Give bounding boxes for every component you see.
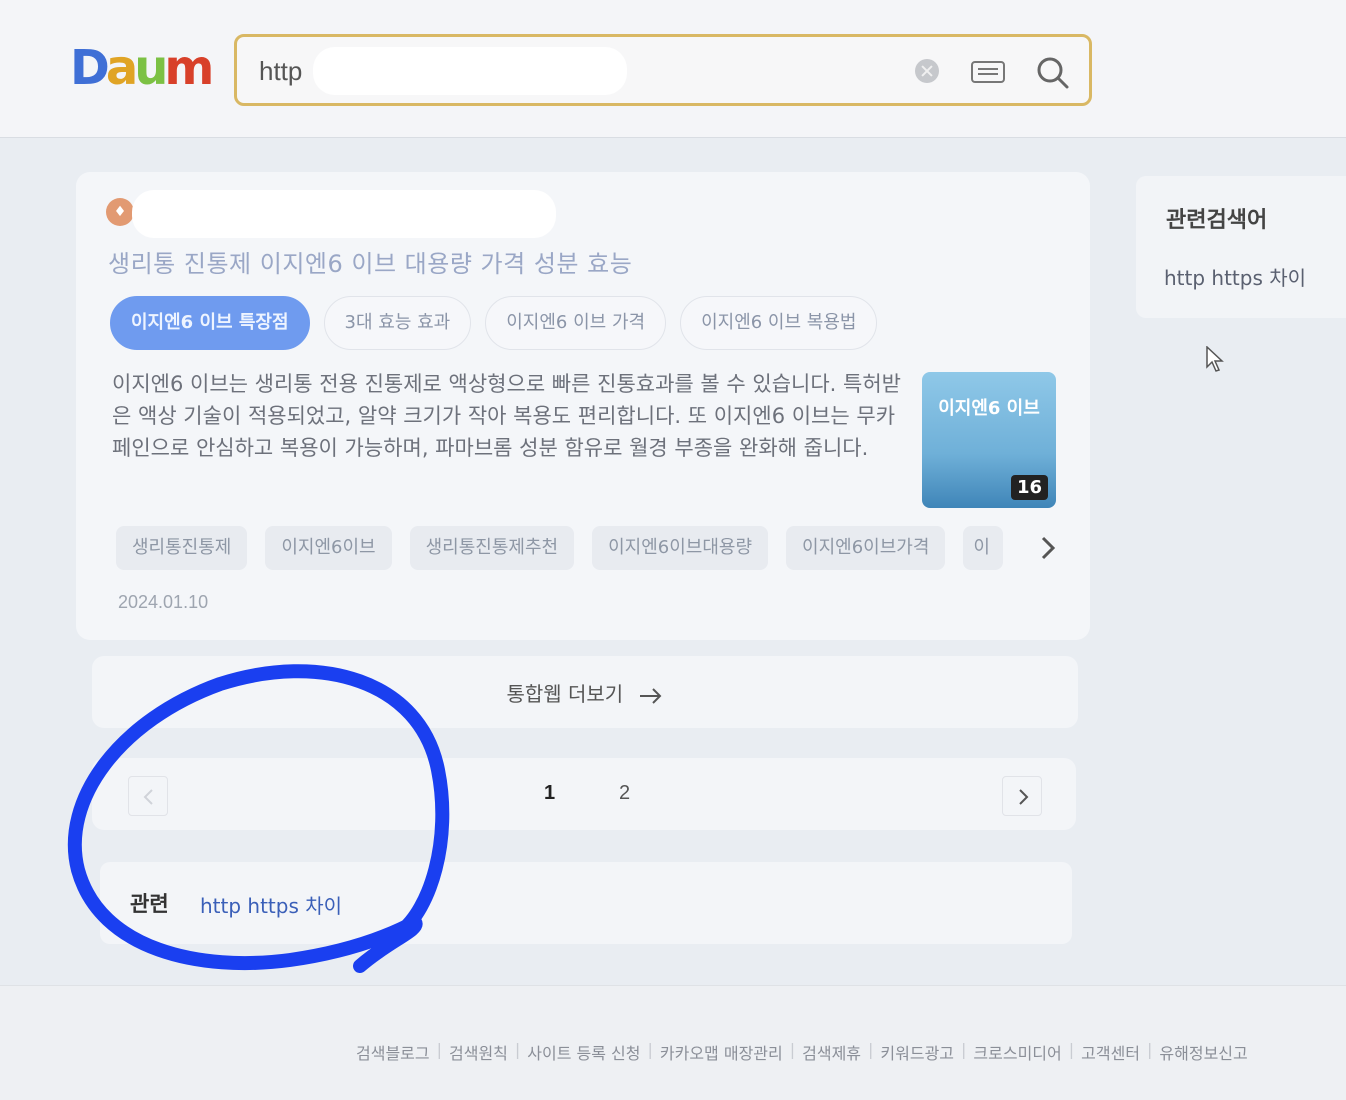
footer-link[interactable]: 카카오맵 매장관리 <box>660 1040 783 1064</box>
next-page-button[interactable] <box>1002 776 1042 816</box>
chip[interactable]: 3대 효능 효과 <box>323 296 472 350</box>
tag[interactable]: 이지엔6이브대용량 <box>592 526 769 570</box>
redacted-source <box>132 190 556 238</box>
thumbnail-title: 이지엔6 이브 <box>938 398 1040 419</box>
redacted-area <box>313 47 627 95</box>
tag[interactable]: 이지엔6이브가격 <box>786 526 946 570</box>
related-searches-sidebar: 관련검색어 http https 차이 <box>1136 176 1346 318</box>
source-avatar-icon: ♦ <box>106 198 134 226</box>
chip[interactable]: 이지엔6 이브 가격 <box>485 296 667 350</box>
search-box <box>234 34 1092 106</box>
footer-link[interactable]: 검색원칙 <box>449 1040 508 1064</box>
footer: 검색블로그 | 검색원칙 | 사이트 등록 신청 | 카카오맵 매장관리 | 검색제휴 |… <box>0 985 1346 1100</box>
chip[interactable]: 이지엔6 이브 복용법 <box>680 296 878 350</box>
result-title[interactable]: 생리통 진통제 이지엔6 이브 대용량 가격 성분 효능 <box>108 244 632 279</box>
chip[interactable]: 이지엔6 이브 특장점 <box>110 296 310 350</box>
footer-link[interactable]: 검색제휴 <box>802 1040 861 1064</box>
result-chips: 이지엔6 이브 특장점 3대 효능 효과 이지엔6 이브 가격 이지엔6 이브 … <box>110 296 878 350</box>
result-snippet: 이지엔6 이브는 생리통 전용 진통제로 액상형으로 빠른 진통효과를 볼 수 … <box>112 372 901 460</box>
footer-links: 검색블로그 | 검색원칙 | 사이트 등록 신청 | 카카오맵 매장관리 | 검색제휴 |… <box>356 1040 1248 1064</box>
footer-link[interactable]: 크로스미디어 <box>973 1040 1061 1064</box>
clear-icon[interactable] <box>915 59 939 83</box>
header: Daum <box>0 0 1346 138</box>
result-thumbnail[interactable]: 이지엔6 이브 16 <box>922 372 1056 508</box>
page-number-current[interactable]: 1 <box>544 782 555 805</box>
tag[interactable]: 생리통진통제 <box>116 526 248 570</box>
chevron-right-icon <box>1019 789 1029 805</box>
footer-link[interactable]: 사이트 등록 신청 <box>527 1040 640 1064</box>
tag[interactable]: 이 <box>963 526 1004 570</box>
arrow-right-icon <box>639 687 661 704</box>
annotation-circle <box>67 664 450 973</box>
keyboard-icon[interactable] <box>971 61 1005 83</box>
result-date: 2024.01.10 <box>118 592 209 612</box>
mouse-cursor-icon <box>1206 346 1224 372</box>
tag[interactable]: 이지엔6이브 <box>265 526 392 570</box>
thumbnail-count-badge: 16 <box>1010 475 1048 500</box>
chevron-right-icon[interactable] <box>1038 534 1058 562</box>
logo-letter: a <box>105 40 138 96</box>
logo-letter: D <box>70 40 110 96</box>
result-tags: 생리통진통제 이지엔6이브 생리통진통제추천 이지엔6이브대용량 이지엔6이브가… <box>116 526 1004 570</box>
sidebar-title: 관련검색어 <box>1166 208 1268 233</box>
more-results-label: 통합웹 더보기 <box>506 682 624 706</box>
daum-logo[interactable]: Daum <box>70 40 214 96</box>
more-results-button[interactable]: 통합웹 더보기 <box>506 678 663 707</box>
sidebar-related-link[interactable]: http https 차이 <box>1164 262 1306 291</box>
tag[interactable]: 생리통진통제추천 <box>409 526 575 570</box>
footer-link[interactable]: 검색블로그 <box>356 1040 430 1064</box>
logo-letter: u <box>134 40 168 96</box>
page-number[interactable]: 2 <box>619 782 630 805</box>
footer-link[interactable]: 키워드광고 <box>880 1040 954 1064</box>
logo-letter: m <box>164 40 214 96</box>
result-card: ♦ 생리통 진통제 이지엔6 이브 대용량 가격 성분 효능 이지엔6 이브 특… <box>76 172 1090 640</box>
search-icon[interactable] <box>1035 55 1071 91</box>
footer-link[interactable]: 유해정보신고 <box>1159 1040 1247 1064</box>
footer-link[interactable]: 고객센터 <box>1081 1040 1140 1064</box>
